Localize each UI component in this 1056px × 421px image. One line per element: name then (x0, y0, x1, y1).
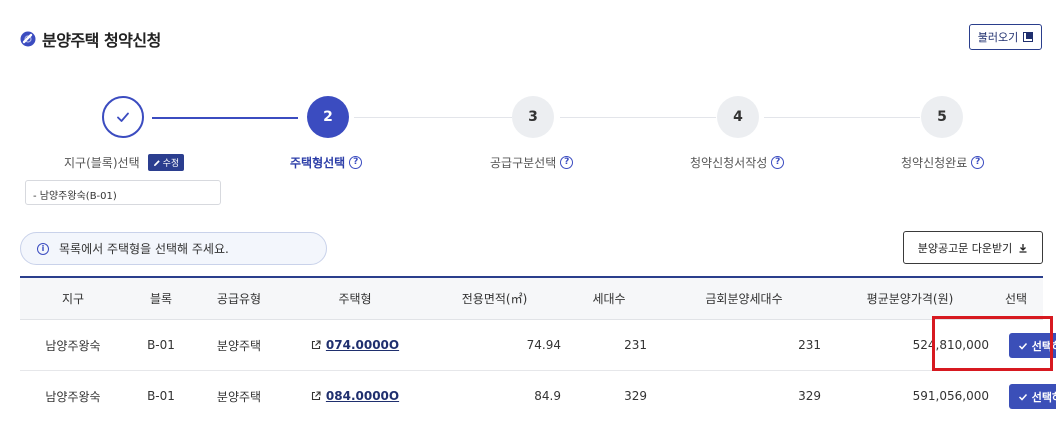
cell-price: 591,056,000 (912, 389, 989, 403)
table-row: 남양주왕숙 B-01 분양주택 074.0000O 74.94 231 231 … (20, 320, 1056, 371)
page-title: 분양주택 청약신청 (42, 31, 161, 50)
info-message: 목록에서 주택형을 선택해 주세요. (59, 242, 229, 256)
step-5-text: 청약신청완료 (901, 156, 968, 170)
step-3-label: 공급구분선택 ? (490, 154, 574, 171)
help-icon[interactable]: ? (971, 156, 985, 169)
col-select: 선택 (1004, 292, 1028, 306)
load-button[interactable]: 불러오기 (969, 24, 1042, 50)
house-type-value: 084.0000O (325, 388, 400, 403)
col-units: 세대수 (592, 292, 626, 306)
cell-area: 84.9 (534, 389, 561, 403)
highlight-box (932, 316, 1053, 371)
col-area: 전용면적(㎡) (461, 292, 528, 306)
step-line (764, 117, 920, 118)
load-button-label: 불러오기 (977, 31, 1019, 44)
step-4-text: 청약신청서작성 (690, 156, 768, 170)
col-block: 블록 (149, 292, 173, 306)
step-line (354, 117, 512, 118)
table-row: 남양주왕숙 B-01 분양주택 084.0000O 84.9 329 329 5… (20, 371, 1056, 421)
select-button[interactable]: 선택하기 (1009, 384, 1056, 409)
cell-district: 남양주왕숙 (45, 338, 101, 353)
cell-block: B-01 (147, 338, 175, 352)
step-4-circle: 4 (717, 96, 759, 138)
cell-area: 74.94 (526, 338, 561, 352)
check-icon (117, 112, 129, 122)
cell-units: 329 (624, 389, 647, 403)
table-header: 지구 블록 공급유형 주택형 전용면적(㎡) 세대수 금회분양세대수 평균분양가… (20, 278, 1043, 320)
step-1-label: 지구(블록)선택 수정 (64, 154, 185, 171)
help-icon[interactable]: ? (349, 156, 363, 169)
house-type-value: 074.0000O (325, 337, 400, 352)
cell-house-type: 074.0000O (282, 338, 428, 353)
step-2-circle: 2 (307, 96, 349, 138)
cell-current-units: 231 (798, 338, 821, 352)
step-3-text: 공급구분선택 (490, 156, 557, 170)
edit-button[interactable]: 수정 (147, 154, 185, 171)
col-house-type: 주택형 (338, 292, 372, 306)
cell-supply-type: 분양주택 (216, 389, 262, 404)
download-notice-button[interactable]: 분양공고문 다운받기 (903, 231, 1043, 264)
house-type-table: 지구 블록 공급유형 주택형 전용면적(㎡) 세대수 금회분양세대수 평균분양가… (20, 276, 1056, 421)
select-button-label: 선택하기 (1031, 391, 1056, 404)
step-5-circle: 5 (921, 96, 963, 138)
step-line-completed (152, 117, 298, 119)
pencil-icon (153, 159, 160, 166)
step-3-circle: 3 (512, 96, 554, 138)
info-icon: i (37, 242, 49, 255)
cell-district: 남양주왕숙 (45, 389, 101, 404)
col-price: 평균분양가격(원) (866, 292, 954, 306)
external-link-icon (311, 339, 321, 349)
step-5-label: 청약신청완료 ? (901, 154, 985, 171)
logo-icon (20, 31, 36, 47)
help-icon[interactable]: ? (771, 156, 785, 169)
load-icon (1023, 32, 1034, 42)
step-1-circle (102, 96, 144, 138)
col-supply-type: 공급유형 (216, 292, 262, 306)
page-header: 분양주택 청약신청 (20, 26, 161, 52)
house-type-link[interactable]: 084.0000O (311, 389, 399, 403)
cell-block: B-01 (147, 389, 175, 403)
col-current-units: 금회분양세대수 (705, 292, 783, 306)
col-district: 지구 (61, 292, 85, 306)
cell-supply-type: 분양주택 (216, 338, 262, 353)
step-line (560, 117, 716, 118)
step-2-label: 주택형선택 ? (290, 154, 363, 171)
cell-current-units: 329 (798, 389, 821, 403)
cell-house-type: 084.0000O (282, 389, 428, 404)
step-2-text: 주택형선택 (290, 156, 346, 170)
selected-district-box: - 남양주왕숙(B-01) (25, 180, 221, 205)
edit-label: 수정 (162, 159, 180, 169)
step-4-label: 청약신청서작성 ? (690, 154, 785, 171)
check-icon (1018, 393, 1027, 401)
help-icon[interactable]: ? (560, 156, 574, 169)
external-link-icon (311, 390, 321, 400)
step-1-text: 지구(블록)선택 (64, 156, 140, 170)
house-type-link[interactable]: 074.0000O (311, 338, 399, 352)
download-label: 분양공고문 다운받기 (917, 241, 1013, 255)
info-message-box: i 목록에서 주택형을 선택해 주세요. (20, 232, 327, 265)
cell-units: 231 (624, 338, 647, 352)
download-icon (1019, 243, 1027, 253)
